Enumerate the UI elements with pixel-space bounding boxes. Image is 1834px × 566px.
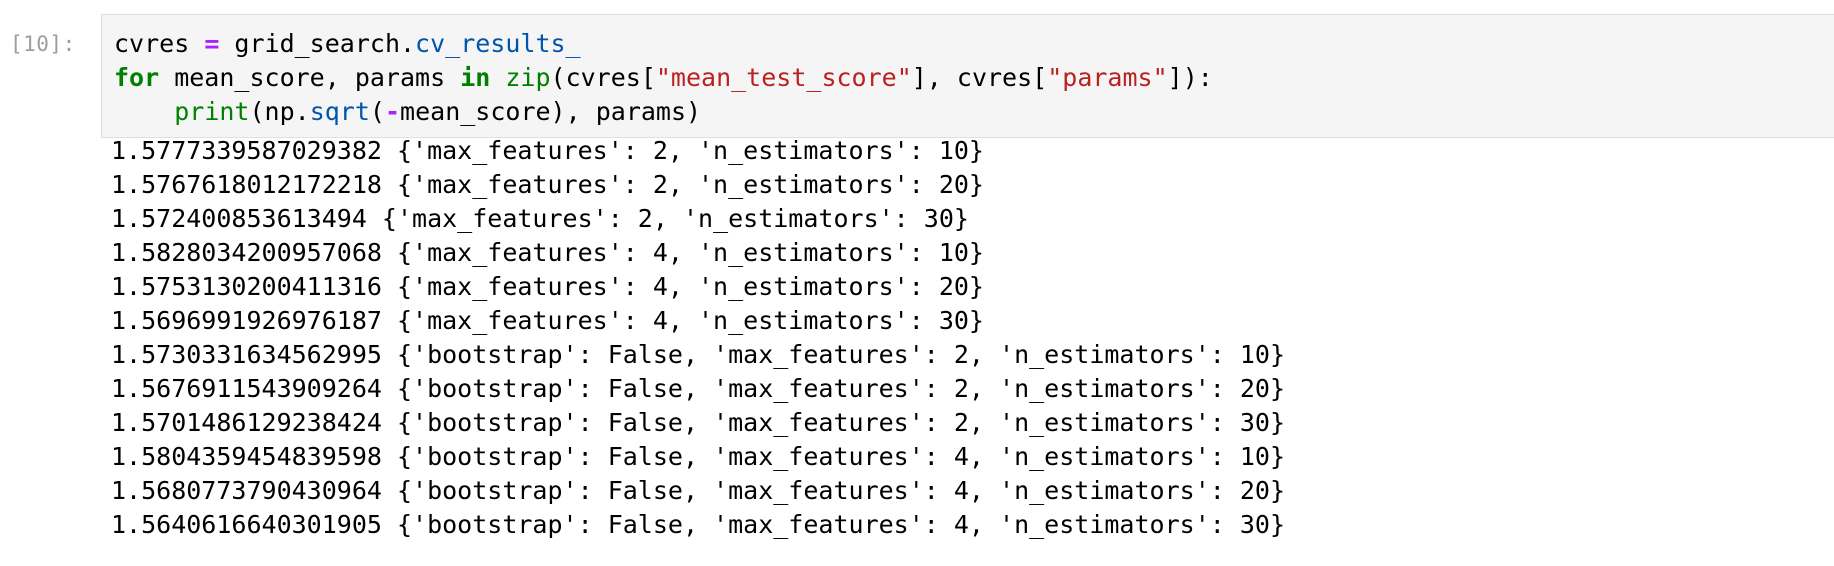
cell-output: 1.5777339587029382 {'max_features': 2, '… [111,134,1285,542]
code-token-string: "params" [1047,63,1168,92]
code-line-2: for mean_score, params in zip(cvres["mea… [114,63,1213,92]
output-line: 1.5701486129238424 {'bootstrap': False, … [111,408,1285,437]
output-line: 1.5767618012172218 {'max_features': 2, '… [111,170,984,199]
output-line: 1.5640616640301905 {'bootstrap': False, … [111,510,1285,539]
output-line: 1.5804359454839598 {'bootstrap': False, … [111,442,1285,471]
code-token-builtin: zip [505,63,551,92]
code-token-keyword: in [460,63,491,92]
code-token-attribute: sqrt [309,97,370,126]
code-editor[interactable]: cvres = grid_search.cv_results_ for mean… [114,27,1213,129]
code-token: (np. [249,97,310,126]
code-token: cvres [114,29,205,58]
code-token: ], cvres[ [911,63,1048,92]
output-line: 1.5828034200957068 {'max_features': 4, '… [111,238,984,267]
execution-count-prompt: [10]: [10,32,76,56]
code-input-area[interactable]: cvres = grid_search.cv_results_ for mean… [101,14,1834,138]
code-token-indent [114,97,174,126]
code-line-3: print(np.sqrt(-mean_score), params) [114,97,701,126]
code-token: (cvres[ [550,63,656,92]
code-token-builtin: print [174,97,250,126]
code-token: mean_score, params [159,63,461,92]
code-token-operator: - [384,97,401,126]
code-token: ]): [1167,63,1213,92]
output-line: 1.5676911543909264 {'bootstrap': False, … [111,374,1285,403]
output-line: 1.5680773790430964 {'bootstrap': False, … [111,476,1285,505]
output-line: 1.5753130200411316 {'max_features': 4, '… [111,272,984,301]
code-token: mean_score), params) [400,97,702,126]
code-token: ( [369,97,385,126]
output-line: 1.5730331634562995 {'bootstrap': False, … [111,340,1285,369]
code-token: grid_search. [219,29,416,58]
output-line: 1.572400853613494 {'max_features': 2, 'n… [111,204,969,233]
output-line: 1.5696991926976187 {'max_features': 4, '… [111,306,984,335]
output-line: 1.5777339587029382 {'max_features': 2, '… [111,136,984,165]
code-token-string: "mean_test_score" [655,63,912,92]
code-token-attribute: cv_results_ [415,29,581,58]
code-token-operator: = [204,29,220,58]
code-line-1: cvres = grid_search.cv_results_ [114,29,581,58]
code-token-keyword: for [114,63,160,92]
